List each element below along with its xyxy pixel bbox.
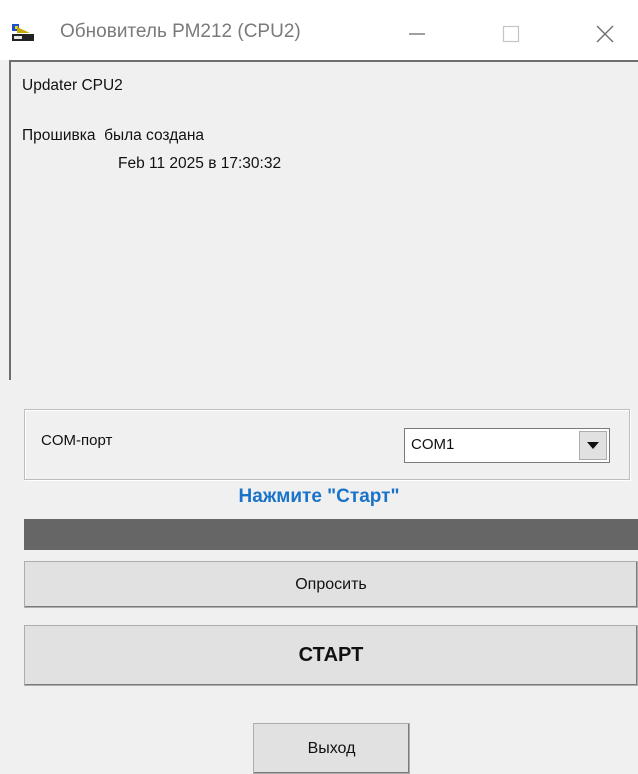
- start-button[interactable]: СТАРТ: [24, 625, 638, 686]
- com-port-select[interactable]: COM1: [404, 428, 610, 463]
- minimize-button[interactable]: [394, 14, 440, 54]
- updater-app-icon: [12, 24, 34, 41]
- close-icon: [596, 25, 614, 43]
- chevron-down-icon: [587, 442, 599, 449]
- progress-bar: [24, 519, 638, 550]
- com-port-label: COM-порт: [41, 432, 113, 449]
- close-button[interactable]: [582, 14, 628, 54]
- minimize-icon: [409, 33, 425, 35]
- log-line: Feb 11 2025 в 17:30:32: [118, 155, 282, 172]
- maximize-icon: [502, 25, 520, 43]
- log-line: Updater CPU2: [22, 77, 123, 94]
- log-line: Прошивка была создана: [22, 127, 205, 144]
- window-title: Обновитель РМ212 (CPU2): [60, 21, 301, 42]
- poll-button[interactable]: Опросить: [24, 561, 638, 608]
- dropdown-button[interactable]: [579, 431, 607, 460]
- log-area[interactable]: Updater CPU2 Прошивка была создана Feb 1…: [9, 60, 638, 380]
- status-message: Нажмите "Старт": [238, 486, 400, 507]
- com-port-value: COM1: [411, 436, 455, 453]
- title-bar: Обновитель РМ212 (CPU2): [0, 0, 638, 60]
- maximize-button[interactable]: [488, 14, 534, 54]
- exit-button[interactable]: Выход: [253, 723, 410, 774]
- com-port-group: COM-порт COM1: [24, 409, 630, 480]
